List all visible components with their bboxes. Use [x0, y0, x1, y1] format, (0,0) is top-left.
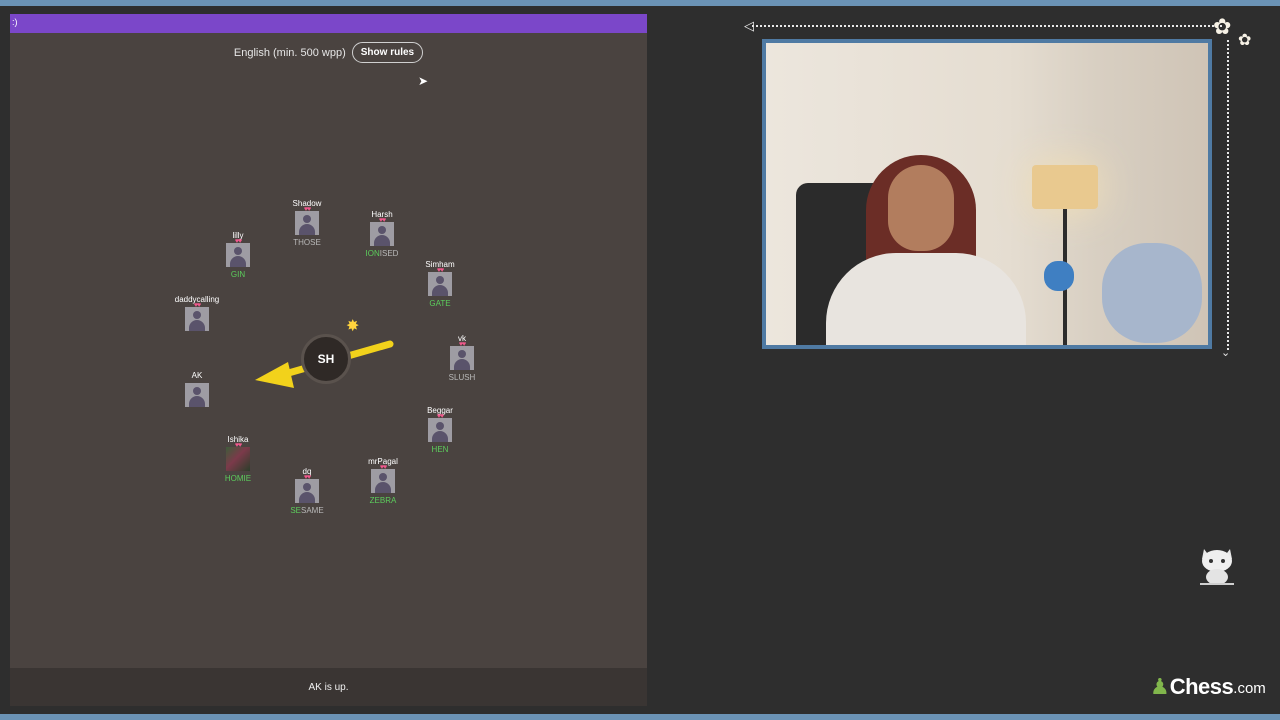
- cat-plush-shape: [1102, 243, 1202, 343]
- pawn-icon: ♟: [1150, 674, 1170, 699]
- show-rules-button[interactable]: Show rules: [351, 42, 424, 63]
- person-body-shape: [826, 253, 1026, 345]
- frame-top-border: [0, 0, 1280, 6]
- bomb-syllable: SH: [317, 352, 335, 366]
- chess-com-logo: ♟ Chess .com: [1150, 676, 1266, 698]
- player-avatar: ♥♥: [428, 413, 452, 442]
- avatar: [226, 243, 250, 267]
- hearts-icon: ♥♥: [378, 217, 386, 224]
- player-harsh: Harsh ♥♥ IONISED: [342, 210, 422, 259]
- mouse-cursor-icon: ➤: [418, 74, 429, 88]
- progress-bar: :): [10, 14, 647, 33]
- player-simham: Simham ♥♥ GATE: [400, 260, 480, 309]
- spark-icon: ✸: [346, 318, 360, 335]
- player-avatar: ♥♥: [226, 238, 250, 267]
- game-panel: :) English (min. 500 wpp) Show rules ➤ S…: [10, 14, 647, 706]
- avatar: [371, 469, 395, 493]
- player-word: IONISED: [365, 249, 399, 258]
- hearts-icon: ♥♥: [303, 206, 311, 213]
- flower-icon: ✿: [1238, 32, 1252, 49]
- player-word: SLUSH: [448, 373, 476, 382]
- player-word: SESAME: [290, 506, 324, 515]
- mode-text: English (min. 500 wpp): [233, 46, 346, 59]
- arrow-down-icon: ⌄: [1221, 347, 1231, 359]
- player-word: HOMIE: [224, 474, 252, 483]
- player-word: GATE: [429, 299, 451, 308]
- player-dq: dq ♥♥ SESAME: [267, 467, 347, 516]
- player-avatar: ♥♥: [428, 267, 452, 296]
- brand-name: Chess: [1169, 674, 1234, 699]
- player-ishika: Ishika ♥♥ HOMIE: [198, 435, 278, 484]
- player-shadow: Shadow ♥♥ THOSE: [267, 199, 347, 248]
- brand-tld: .com: [1233, 680, 1266, 697]
- avatar-photo: [226, 447, 250, 471]
- mode-row: English (min. 500 wpp) Show rules: [10, 42, 647, 63]
- player-daddycalling: daddycalling ♥♥: [157, 295, 237, 331]
- status-text: AK is up.: [308, 681, 349, 693]
- hearts-icon: ♥♥: [234, 238, 242, 245]
- player-avatar: ♥♥: [226, 442, 250, 471]
- status-bar: AK is up.: [10, 668, 647, 706]
- player-avatar: ♥♥: [295, 474, 319, 503]
- hearts-icon: ♥♥: [234, 442, 242, 449]
- avatar: [428, 272, 452, 296]
- hearts-icon: ♥♥: [436, 267, 444, 274]
- hearts-icon: ♥♥: [458, 341, 466, 348]
- player-avatar: ♥♥: [371, 464, 395, 493]
- player-vk: vk ♥♥ SLUSH: [422, 334, 502, 383]
- person-face-shape: [888, 165, 954, 251]
- player-word: HEN: [431, 445, 449, 454]
- avatar: [428, 418, 452, 442]
- webcam-feed: [762, 39, 1212, 349]
- lamp-shape: [1032, 165, 1098, 209]
- flower-icon: ✿: [1213, 14, 1232, 39]
- hearts-icon: ♥♥: [193, 302, 201, 309]
- dotted-arrow-line: [752, 25, 1222, 27]
- avatar: [295, 479, 319, 503]
- player-word: THOSE: [293, 238, 321, 247]
- player-avatar: [185, 383, 209, 407]
- avatar: [450, 346, 474, 370]
- cat-sticker-icon: [1200, 549, 1234, 585]
- avatar: [370, 222, 394, 246]
- hearts-icon: ♥♥: [379, 464, 387, 471]
- avatar: [185, 307, 209, 331]
- bomb: SH: [301, 334, 351, 384]
- player-avatar: ♥♥: [185, 302, 209, 331]
- player-name: AK: [191, 371, 203, 380]
- plush-toy-shape: [1044, 261, 1074, 291]
- avatar: [185, 383, 209, 407]
- frame-bottom-border: [0, 714, 1280, 720]
- player-beggar: Beggar ♥♥ HEN: [400, 406, 480, 455]
- arrow-left-icon: ◁: [744, 18, 754, 33]
- player-mrpagal: mrPagal ♥♥ ZEBRA: [343, 457, 423, 506]
- player-avatar: ♥♥: [450, 341, 474, 370]
- hearts-icon: ♥♥: [436, 413, 444, 420]
- dotted-side-line: [1227, 40, 1229, 350]
- player-lilly: lilly ♥♥ GIN: [198, 231, 278, 280]
- progress-label: :): [12, 17, 18, 27]
- player-ak: AK: [157, 371, 237, 407]
- player-word: GIN: [230, 270, 246, 279]
- player-avatar: ♥♥: [295, 206, 319, 235]
- player-word: ZEBRA: [369, 496, 397, 505]
- player-avatar: ♥♥: [370, 217, 394, 246]
- avatar: [295, 211, 319, 235]
- hearts-icon: ♥♥: [303, 474, 311, 481]
